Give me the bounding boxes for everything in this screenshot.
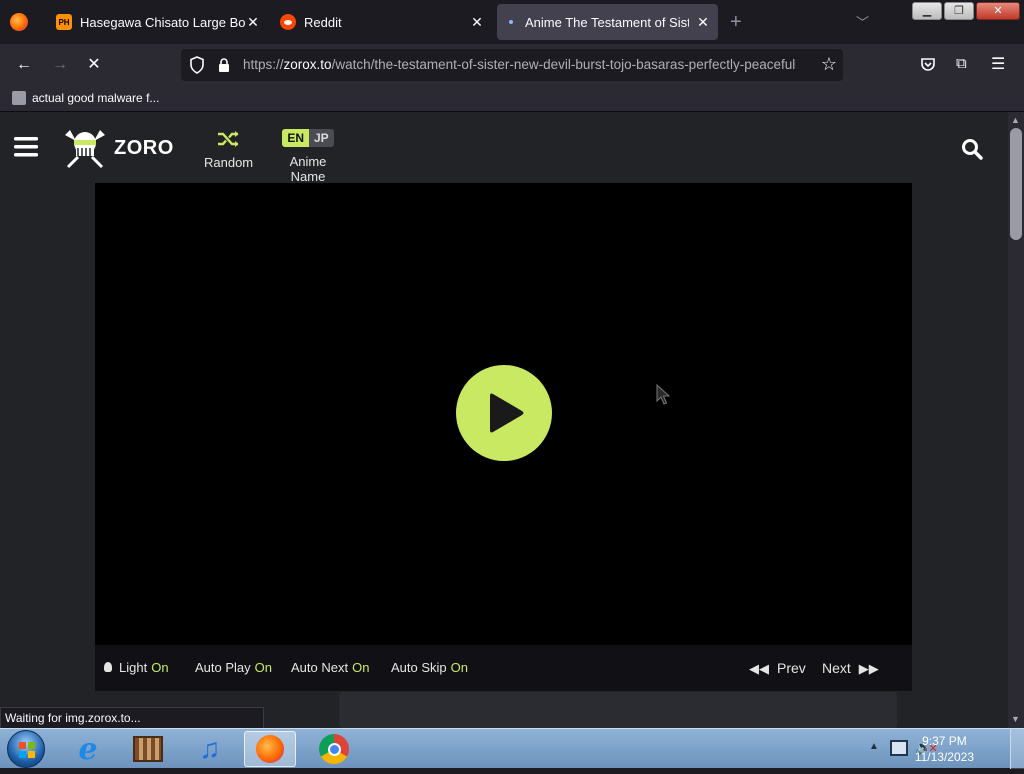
- page-scrollbar[interactable]: ▲ ▼: [1008, 112, 1024, 728]
- hamburger-menu-icon[interactable]: [14, 136, 38, 158]
- close-tab-icon[interactable]: ✕: [694, 13, 712, 31]
- play-button[interactable]: [456, 365, 552, 461]
- bookmark-item[interactable]: actual good malware f...: [12, 91, 159, 105]
- lang-en-option[interactable]: EN: [282, 129, 309, 147]
- zoro-logo-icon[interactable]: [64, 127, 106, 169]
- firefox-menu-icon[interactable]: [10, 13, 28, 31]
- windows-taskbar: e ♫ ▲ 🔈✕ 9:37 PM 11/13/2023: [0, 728, 1024, 769]
- shield-icon[interactable]: [189, 56, 205, 74]
- scroll-up-icon[interactable]: ▲: [1011, 115, 1020, 125]
- fast-forward-icon: ▶▶: [858, 661, 879, 676]
- media-center-icon[interactable]: [122, 731, 174, 767]
- close-window-button[interactable]: ✕: [976, 2, 1020, 20]
- light-toggle[interactable]: Light On: [104, 660, 169, 675]
- tab-reddit[interactable]: Reddit ✕: [272, 4, 492, 40]
- scrollbar-thumb[interactable]: [1010, 128, 1022, 240]
- autoskip-toggle[interactable]: Auto Skip On: [391, 660, 468, 675]
- player-controls-bar: Light On Auto Play On Auto Next On Auto Ski…: [95, 645, 912, 691]
- random-label: Random: [204, 155, 254, 170]
- extensions-icon[interactable]: ⧉: [956, 55, 974, 73]
- show-hidden-icons-icon[interactable]: ▲: [869, 741, 879, 752]
- lang-jp-option[interactable]: JP: [308, 129, 334, 147]
- close-tab-icon[interactable]: ✕: [468, 13, 486, 31]
- tab-zoro-active[interactable]: Anime The Testament of Sister New Devil …: [497, 4, 718, 40]
- pornhub-favicon-icon: PH: [56, 14, 72, 30]
- bookmarks-toolbar: actual good malware f...: [0, 86, 1024, 112]
- rewind-icon: ◀◀: [749, 661, 769, 676]
- tab-title: Anime The Testament of Sister New Devil: [525, 14, 689, 30]
- maximize-button[interactable]: ❐: [944, 2, 974, 20]
- autonext-toggle[interactable]: Auto Next On: [291, 660, 369, 675]
- pocket-icon[interactable]: [920, 56, 936, 72]
- show-desktop-button[interactable]: [1010, 729, 1024, 769]
- tab-pornhub[interactable]: PH Hasegawa Chisato Large Boobs ✕: [46, 4, 268, 40]
- minimize-button[interactable]: ▁: [912, 2, 942, 20]
- itunes-icon[interactable]: ♫: [184, 731, 236, 767]
- taskbar-clock[interactable]: 9:37 PM 11/13/2023: [915, 733, 974, 765]
- tab-bar: PH Hasegawa Chisato Large Boobs ✕ Reddit…: [0, 0, 1024, 44]
- play-icon: [490, 393, 524, 433]
- status-bar: Waiting for img.zorox.to...: [0, 707, 264, 729]
- scroll-down-icon[interactable]: ▼: [1011, 714, 1020, 724]
- lock-icon[interactable]: [217, 57, 231, 73]
- anime-name-lang-toggle[interactable]: EN JP Anime Name: [271, 129, 345, 184]
- reddit-favicon-icon: [280, 14, 296, 30]
- app-menu-icon[interactable]: ☰: [991, 54, 1009, 73]
- tab-title: Reddit: [304, 14, 342, 30]
- web-page: ZORO Random EN JP Anime Name Light On Au…: [0, 112, 1008, 728]
- site-logo-text[interactable]: ZORO: [114, 137, 174, 160]
- bookmark-star-icon[interactable]: ☆: [821, 54, 837, 75]
- bookmark-label: actual good malware f...: [32, 91, 160, 105]
- search-icon[interactable]: [961, 138, 983, 160]
- random-link[interactable]: Random: [204, 130, 254, 170]
- bulb-icon: [104, 662, 112, 672]
- language-switch[interactable]: EN JP: [282, 129, 334, 147]
- loading-dot-icon: [509, 20, 513, 24]
- new-tab-button[interactable]: +: [730, 10, 750, 34]
- forward-arrow-icon[interactable]: →: [46, 53, 74, 77]
- url-bar[interactable]: https://zorox.to/watch/the-testament-of-…: [181, 49, 843, 81]
- mouse-cursor-icon: [656, 383, 672, 406]
- internet-explorer-icon[interactable]: e: [62, 731, 114, 767]
- close-tab-icon[interactable]: ✕: [244, 13, 262, 31]
- network-icon[interactable]: [890, 740, 908, 756]
- bookmark-favicon-icon: [12, 91, 26, 105]
- back-arrow-icon[interactable]: ←: [10, 53, 38, 77]
- navigation-toolbar: ← → ✕ https://zorox.to/watch/the-testame…: [0, 44, 1024, 86]
- clock-time: 9:37 PM: [922, 734, 967, 748]
- start-orb-icon[interactable]: [7, 730, 45, 768]
- firefox-icon[interactable]: [244, 731, 296, 767]
- next-episode-button[interactable]: Next ▶▶: [822, 660, 879, 677]
- window-controls: ▁ ❐ ✕: [912, 2, 1020, 20]
- url-text[interactable]: https://zorox.to/watch/the-testament-of-…: [243, 57, 809, 72]
- shuffle-icon: [204, 130, 252, 148]
- anime-name-label: Anime Name: [289, 154, 327, 184]
- autoplay-toggle[interactable]: Auto Play On: [195, 660, 272, 675]
- tab-title: Hasegawa Chisato Large Boobs: [80, 14, 246, 30]
- prev-episode-button[interactable]: ◀◀ Prev: [749, 660, 806, 677]
- episode-panel: [339, 692, 897, 728]
- video-player[interactable]: [95, 183, 912, 645]
- list-all-tabs-icon[interactable]: ﹀: [856, 12, 872, 30]
- clock-date: 11/13/2023: [914, 750, 974, 764]
- chrome-icon[interactable]: [308, 731, 360, 767]
- stop-loading-icon[interactable]: ✕: [80, 53, 108, 77]
- site-header: ZORO Random EN JP Anime Name: [0, 112, 1008, 184]
